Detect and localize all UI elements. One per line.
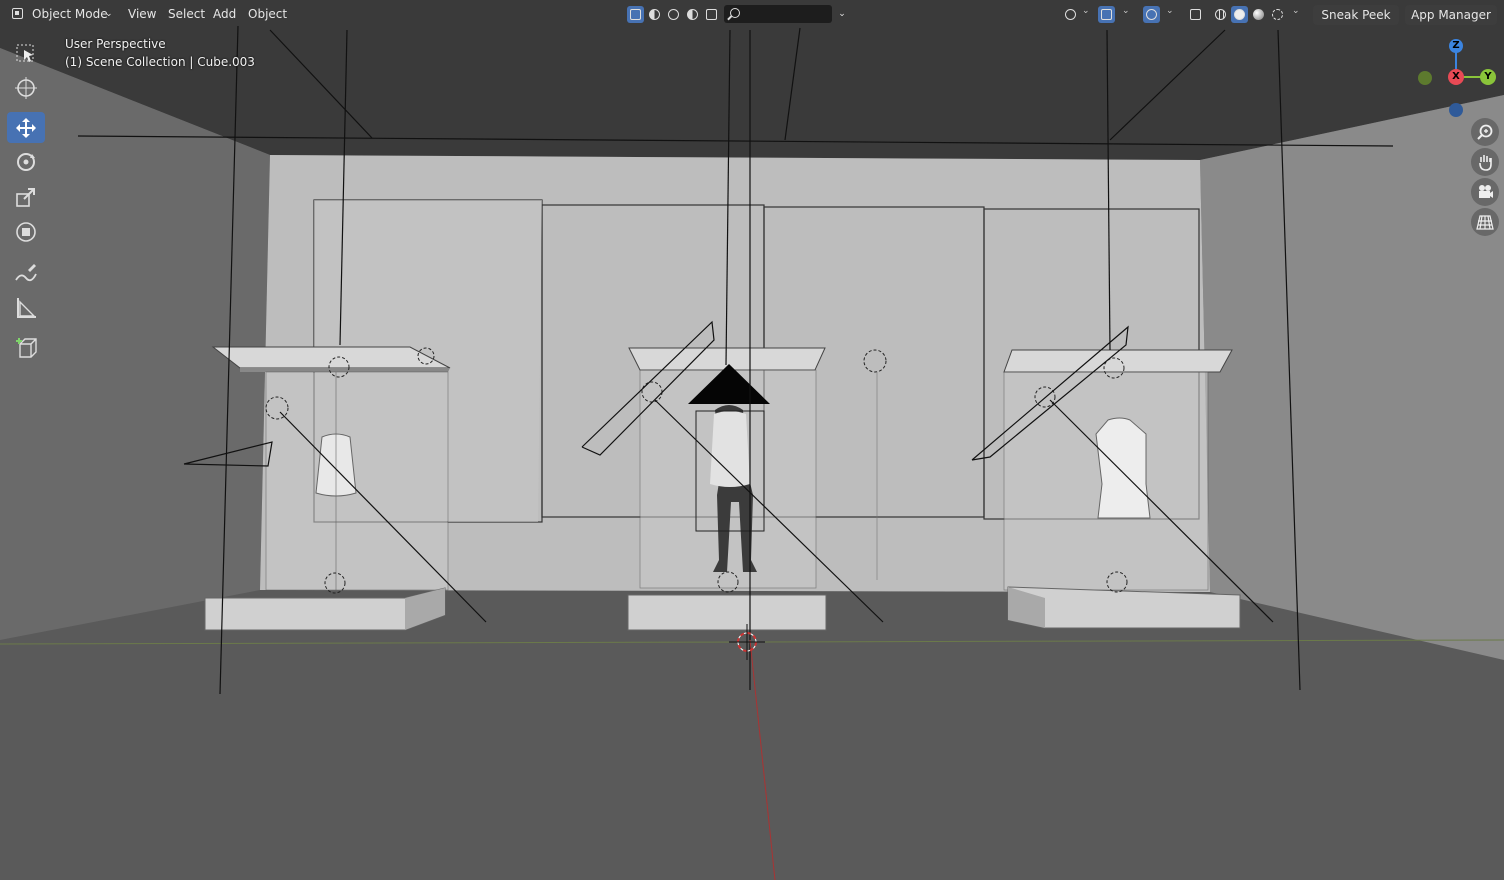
move-icon[interactable] <box>7 112 45 143</box>
x-axis-icon[interactable]: X <box>1448 69 1464 85</box>
3d-viewport[interactable] <box>0 0 1504 880</box>
chevron-down-icon: ⌄ <box>105 9 113 19</box>
object-mode-label: Object Mode <box>32 7 108 21</box>
visibility-eye-icon[interactable] <box>1062 6 1079 23</box>
orthographic-grid-icon[interactable] <box>1471 208 1499 236</box>
object-mode-icon <box>12 8 23 19</box>
app-manager-button[interactable]: App Manager <box>1405 5 1497 25</box>
select-box-icon[interactable] <box>7 38 45 69</box>
menu-object[interactable]: Object <box>242 4 293 25</box>
search-dropdown-button[interactable]: ⌄ <box>833 5 851 23</box>
sneak-peek-button[interactable]: Sneak Peek <box>1313 5 1399 25</box>
cursor-icon[interactable] <box>7 72 45 103</box>
rotate-icon[interactable] <box>7 146 45 177</box>
object-mode-dropdown[interactable]: Object Mode ⌄ <box>8 4 116 25</box>
z-axis-icon[interactable]: Z <box>1449 39 1463 53</box>
select-new-icon[interactable] <box>627 6 644 23</box>
y-axis-icon[interactable]: Y <box>1480 69 1496 85</box>
rendered-shading-icon[interactable] <box>1269 6 1286 23</box>
select-subtract-icon[interactable] <box>665 6 682 23</box>
pan-hand-icon[interactable] <box>1471 148 1499 176</box>
menu-select[interactable]: Select <box>162 4 211 25</box>
measure-icon[interactable] <box>7 292 45 323</box>
search-icon <box>730 8 740 18</box>
chevron-down-icon[interactable]: ⌄ <box>1292 6 1300 16</box>
material-preview-icon[interactable] <box>1250 6 1267 23</box>
collection-info: (1) Scene Collection | Cube.003 <box>65 55 255 69</box>
view-name: User Perspective <box>65 37 166 51</box>
annotate-icon[interactable] <box>7 258 45 289</box>
wireframe-shading-icon[interactable] <box>1212 6 1229 23</box>
zoom-icon[interactable] <box>1471 118 1499 146</box>
scale-icon[interactable] <box>7 181 45 212</box>
select-difference-icon[interactable] <box>684 6 701 23</box>
chevron-down-icon[interactable]: ⌄ <box>1082 6 1090 16</box>
solid-shading-icon[interactable] <box>1231 6 1248 23</box>
scene-render[interactable] <box>0 0 1504 880</box>
neg-z-axis-icon[interactable] <box>1449 103 1463 117</box>
overlays-toggle-icon[interactable] <box>1143 6 1160 23</box>
select-extend-icon[interactable] <box>646 6 663 23</box>
add-cube-icon[interactable] <box>7 332 45 363</box>
viewport-header: Object Mode ⌄ View Select Add Object ⌄ ⌄… <box>0 0 1504 30</box>
gizmo-toggle-icon[interactable] <box>1098 6 1115 23</box>
menu-add[interactable]: Add <box>207 4 242 25</box>
camera-view-icon[interactable] <box>1471 178 1499 206</box>
menu-view[interactable]: View <box>122 4 162 25</box>
transform-icon[interactable] <box>7 216 45 247</box>
search-input[interactable] <box>724 5 832 23</box>
chevron-down-icon[interactable]: ⌄ <box>1166 6 1174 16</box>
select-intersect-icon[interactable] <box>703 6 720 23</box>
neg-y-axis-icon[interactable] <box>1418 71 1432 85</box>
xray-toggle-icon[interactable] <box>1187 6 1204 23</box>
chevron-down-icon[interactable]: ⌄ <box>1122 6 1130 16</box>
